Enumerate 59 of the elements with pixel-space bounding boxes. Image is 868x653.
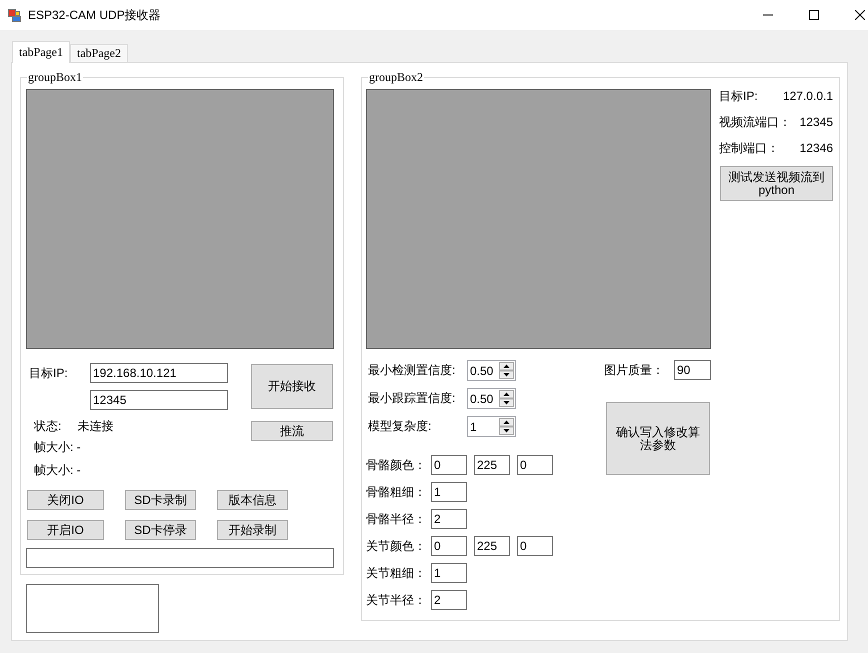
field-label: 目标IP: <box>29 365 68 382</box>
spin-arrows-icon[interactable] <box>499 418 514 435</box>
number-field[interactable]: 2 <box>431 509 467 529</box>
field-label: 最小跟踪置信度: <box>368 390 456 407</box>
app-icon <box>8 8 21 22</box>
info-value: 127.0.0.1 <box>782 89 833 103</box>
number-field[interactable]: 0 <box>517 455 553 475</box>
field-label: 状态: <box>34 419 62 433</box>
group-box-title: groupBox2 <box>368 70 424 84</box>
action-button[interactable]: 关闭IO <box>27 490 104 510</box>
number-field[interactable]: 1 <box>431 482 467 502</box>
frame-size-text: 帧大小: - <box>34 440 81 454</box>
number-spinner[interactable]: 0.50 <box>467 388 516 409</box>
test-send-button[interactable]: 测试发送视频流到python <box>720 166 833 201</box>
info-value: 12346 <box>800 141 833 155</box>
action-button[interactable]: SD卡录制 <box>125 490 196 510</box>
info-label: 目标IP: <box>719 89 758 103</box>
action-button[interactable]: 版本信息 <box>217 490 288 510</box>
start-receive-button[interactable]: 开始接收 <box>251 364 333 409</box>
close-icon <box>855 10 865 20</box>
push-stream-button[interactable]: 推流 <box>251 421 333 441</box>
text-field[interactable] <box>26 548 334 568</box>
action-button[interactable]: 开始录制 <box>217 520 288 540</box>
window-title: ESP32-CAM UDP接收器 <box>28 6 161 24</box>
info-label: 控制端口： <box>719 141 779 155</box>
field-label: 关节颜色： <box>366 538 426 554</box>
field-label: 骨骼颜色： <box>366 456 426 474</box>
field-label: 关节半径： <box>366 592 426 608</box>
quality-field[interactable]: 90 <box>674 360 711 380</box>
number-field[interactable]: 2 <box>431 590 467 610</box>
port-field[interactable]: 12345 <box>90 390 228 410</box>
number-field[interactable]: 0 <box>517 536 553 556</box>
maximize-icon <box>809 10 819 20</box>
number-spinner[interactable]: 1 <box>467 416 516 437</box>
number-field[interactable]: 225 <box>474 536 510 556</box>
field-label: 关节粗细： <box>366 564 426 582</box>
tab[interactable]: tabPage2 <box>70 44 128 62</box>
number-field[interactable]: 0 <box>431 455 467 475</box>
frame-size-text: 帧大小: - <box>34 463 81 477</box>
number-field[interactable]: 0 <box>431 536 467 556</box>
info-value: 12345 <box>800 115 833 129</box>
field-label: 骨骼粗细： <box>366 484 426 500</box>
spin-arrows-icon[interactable] <box>499 362 514 379</box>
spin-arrows-icon[interactable] <box>499 390 514 407</box>
number-field[interactable]: 1 <box>431 563 467 583</box>
info-label: 视频流端口： <box>719 115 791 129</box>
ip-field[interactable]: 192.168.10.121 <box>90 363 228 383</box>
tab[interactable]: tabPage1 <box>12 41 70 63</box>
status-text: 未连接 <box>77 419 114 433</box>
field-label: 图片质量： <box>604 362 664 378</box>
number-spinner[interactable]: 0.50 <box>467 360 516 381</box>
field-label: 模型复杂度: <box>368 418 432 435</box>
action-button[interactable]: SD卡停录 <box>125 520 196 540</box>
action-button[interactable]: 开启IO <box>27 520 104 540</box>
apply-settings-button[interactable]: 确认写入修改算法参数 <box>606 402 710 475</box>
field-label: 骨骼半径： <box>366 510 426 528</box>
number-field[interactable]: 225 <box>474 455 510 475</box>
group-box-title: groupBox1 <box>27 70 83 84</box>
field-label: 最小检测置信度: <box>368 362 456 379</box>
